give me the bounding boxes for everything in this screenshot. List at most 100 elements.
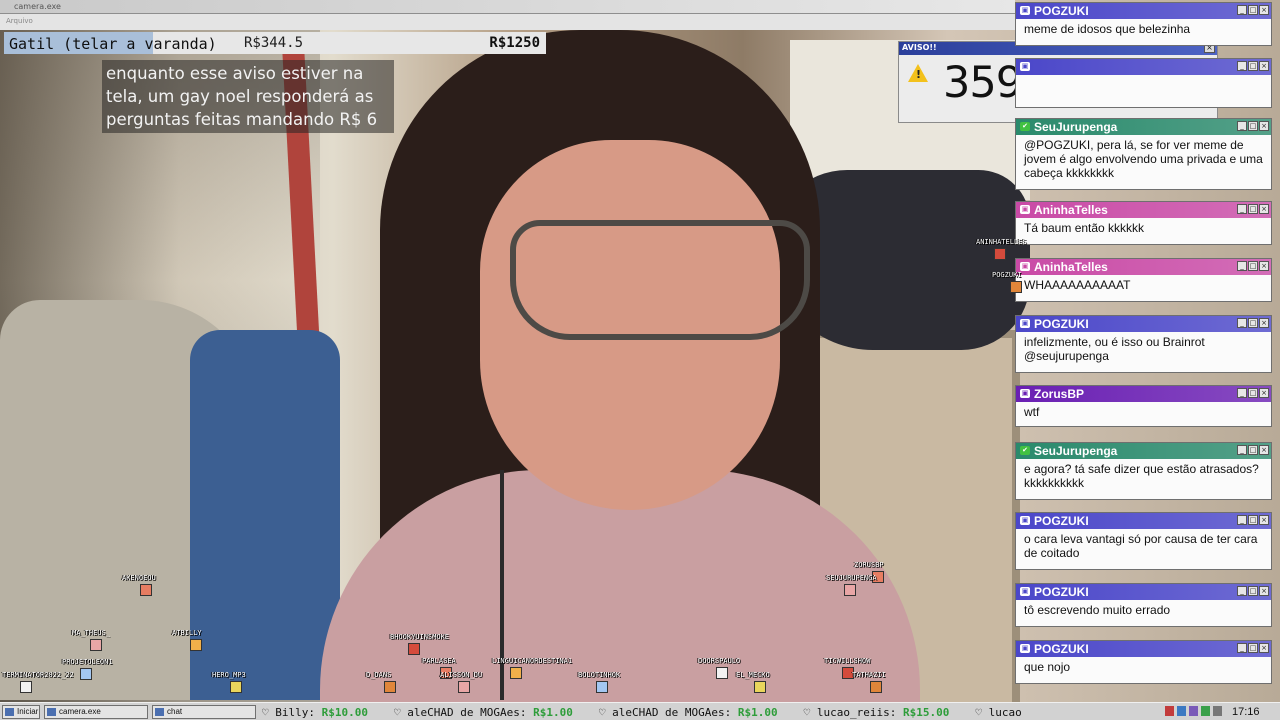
minimize-icon[interactable]: _ — [1237, 515, 1247, 525]
ticker-amount: R$15.00 — [903, 706, 950, 719]
minimize-icon[interactable]: _ — [1237, 204, 1247, 214]
minimize-icon[interactable]: _ — [1237, 121, 1247, 131]
menu-file[interactable]: Arquivo — [6, 17, 33, 25]
system-tray — [1165, 706, 1225, 718]
chat-titlebar[interactable]: ▣ ZorusBP _ □ × — [1016, 386, 1271, 402]
minimize-icon[interactable]: _ — [1237, 61, 1247, 71]
chat-window[interactable]: ▣ POGZUKI _ □ × que nojo — [1015, 640, 1272, 684]
chat-message: meme de idosos que belezinha — [1024, 22, 1191, 36]
chat-message: tô escrevendo muito errado — [1024, 603, 1171, 617]
overlay-username: HERO_MP3 — [212, 671, 246, 679]
task-camera[interactable]: camera.exe — [44, 705, 148, 719]
overlay-username: AKENOEOU — [122, 574, 156, 582]
user-badge-icon: ▣ — [1020, 516, 1030, 525]
chatter-avatar-icon — [80, 668, 92, 680]
maximize-icon[interactable]: □ — [1248, 5, 1258, 15]
chat-username: AninhaTelles — [1034, 203, 1108, 217]
chat-username: AninhaTelles — [1034, 260, 1108, 274]
chat-titlebar[interactable]: ✔ SeuJurupenga _ □ × — [1016, 443, 1271, 459]
close-icon[interactable]: × — [1259, 643, 1269, 653]
window-controls: _ □ × — [1237, 261, 1269, 271]
maximize-icon[interactable]: □ — [1248, 121, 1258, 131]
app-title: camera.exe — [14, 2, 61, 11]
chat-titlebar[interactable]: ▣ _ □ × — [1016, 59, 1271, 75]
goal-current: R$344.5 — [244, 35, 304, 51]
maximize-icon[interactable]: □ — [1248, 318, 1258, 328]
user-badge-icon: ✔ — [1020, 122, 1030, 131]
maximize-icon[interactable]: □ — [1248, 61, 1258, 71]
heart-icon: ♡ — [262, 706, 276, 719]
chat-titlebar[interactable]: ✔ SeuJurupenga _ □ × — [1016, 119, 1271, 135]
chatter-avatar-icon — [20, 681, 32, 693]
close-icon[interactable]: × — [1259, 318, 1269, 328]
overlay-username: ALISSON_DU — [440, 671, 483, 679]
heart-icon: ♡ — [975, 706, 989, 719]
app-titlebar[interactable]: camera.exe — [0, 0, 1015, 14]
heart-icon: ♡ — [393, 706, 408, 719]
maximize-icon[interactable]: □ — [1248, 388, 1258, 398]
overlay-username: PROJETOLEON1 — [62, 658, 113, 666]
tray-icon-purple[interactable] — [1189, 706, 1198, 716]
close-icon[interactable]: × — [1259, 121, 1269, 131]
close-icon[interactable]: × — [1259, 586, 1269, 596]
ticker-item: ♡ Billy: R$10.00 — [262, 706, 368, 719]
close-icon[interactable]: × — [1259, 5, 1269, 15]
chatter-avatar-icon — [994, 248, 1006, 260]
chat-message: Tá baum então kkkkkk — [1024, 221, 1145, 235]
user-badge-icon: ▣ — [1020, 205, 1030, 214]
maximize-icon[interactable]: □ — [1248, 515, 1258, 525]
tray-icon-green[interactable] — [1201, 706, 1210, 716]
minimize-icon[interactable]: _ — [1237, 388, 1247, 398]
maximize-icon[interactable]: □ — [1248, 586, 1258, 596]
close-icon[interactable]: × — [1259, 445, 1269, 455]
chat-window[interactable]: ▣ _ □ × — [1015, 58, 1272, 108]
chat-titlebar[interactable]: ▣ POGZUKI _ □ × — [1016, 641, 1271, 657]
close-icon[interactable]: × — [1259, 204, 1269, 214]
ticker-item: ♡ lucao_reiis: R$15.00 — [804, 706, 950, 719]
ticker-item: ♡ aleCHAD de MOGAes: R$1.00 — [394, 706, 573, 719]
ticker-user: lucao_reiis — [816, 706, 890, 719]
chat-titlebar[interactable]: ▣ AninhaTelles _ □ × — [1016, 202, 1271, 218]
chat-titlebar[interactable]: ▣ POGZUKI _ □ × — [1016, 316, 1271, 332]
overlay-username: TICWILLSHOW — [824, 657, 871, 665]
tray-icon-blue[interactable] — [1177, 706, 1186, 716]
chat-window[interactable]: ▣ ZorusBP _ □ × wtf — [1015, 385, 1272, 427]
close-icon[interactable]: × — [1259, 388, 1269, 398]
tray-icon-gray[interactable] — [1213, 706, 1222, 716]
close-icon[interactable]: × — [1259, 61, 1269, 71]
start-button[interactable]: Iniciar — [2, 705, 40, 719]
chat-titlebar[interactable]: ▣ POGZUKI _ □ × — [1016, 513, 1271, 529]
minimize-icon[interactable]: _ — [1237, 5, 1247, 15]
chat-username: POGZUKI — [1034, 585, 1089, 599]
maximize-icon[interactable]: □ — [1248, 643, 1258, 653]
chat-window[interactable]: ▣ AninhaTelles _ □ × WHAAAAAAAAAAT — [1015, 258, 1272, 302]
tray-icon-red[interactable] — [1165, 706, 1174, 716]
earphone-cable — [500, 470, 504, 700]
goal-name: Gatil (telar a varanda) — [9, 35, 217, 53]
maximize-icon[interactable]: □ — [1248, 204, 1258, 214]
chat-titlebar[interactable]: ▣ POGZUKI _ □ × — [1016, 3, 1271, 19]
chat-titlebar[interactable]: ▣ AninhaTelles _ □ × — [1016, 259, 1271, 275]
chat-username: SeuJurupenga — [1034, 120, 1118, 134]
chat-window[interactable]: ▣ POGZUKI _ □ ×meme de idosos que belezinha — [1015, 2, 1272, 46]
minimize-icon[interactable]: _ — [1237, 445, 1247, 455]
chat-window[interactable]: ▣ POGZUKI _ □ × o cara leva vantagi só por ca… — [1015, 512, 1272, 570]
close-icon[interactable]: × — [1259, 515, 1269, 525]
chat-window[interactable]: ▣ POGZUKI _ □ × tô escrevendo muito errado — [1015, 583, 1272, 627]
minimize-icon[interactable]: _ — [1237, 261, 1247, 271]
chat-window[interactable]: ▣ AninhaTelles _ □ × Tá baum então kkkkkk — [1015, 201, 1272, 245]
minimize-icon[interactable]: _ — [1237, 643, 1247, 653]
heart-icon: ♡ — [803, 706, 817, 719]
overlay-username: BOLOTINHOK — [578, 671, 621, 679]
chat-window[interactable]: ✔ SeuJurupenga _ □ × e agora? tá safe dizer q… — [1015, 442, 1272, 500]
chat-window[interactable]: ✔ SeuJurupenga _ □ × @POGZUKI, pera lá, se fo… — [1015, 118, 1272, 190]
minimize-icon[interactable]: _ — [1237, 318, 1247, 328]
maximize-icon[interactable]: □ — [1248, 445, 1258, 455]
minimize-icon[interactable]: _ — [1237, 586, 1247, 596]
task-chat[interactable]: chat — [152, 705, 256, 719]
chat-titlebar[interactable]: ▣ POGZUKI _ □ × — [1016, 584, 1271, 600]
close-icon[interactable]: × — [1259, 261, 1269, 271]
chat-window[interactable]: ▣ POGZUKI _ □ × infelizmente, ou é isso ou Br… — [1015, 315, 1272, 373]
chat-username: POGZUKI — [1034, 317, 1089, 331]
maximize-icon[interactable]: □ — [1248, 261, 1258, 271]
